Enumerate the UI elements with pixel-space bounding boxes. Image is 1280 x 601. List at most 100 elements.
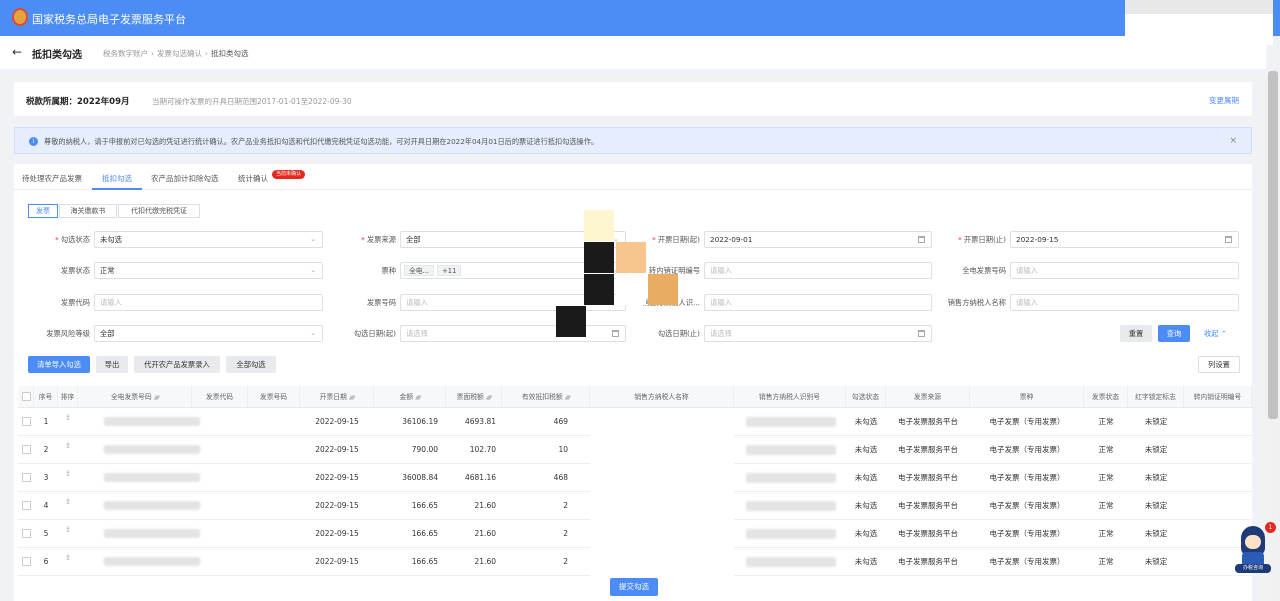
tax-amount-cell: 21.60 — [474, 529, 496, 538]
change-period-link[interactable]: 变更属期 — [1209, 95, 1239, 106]
row-index: 5 — [43, 529, 49, 538]
check-date-end-picker[interactable]: 请选择 — [704, 325, 932, 342]
close-icon[interactable]: × — [1229, 136, 1237, 146]
tax-assistant-widget[interactable]: 办税咨询 1 — [1235, 522, 1276, 573]
invoice-code-input[interactable]: 请输入 — [94, 294, 323, 311]
valid-deduction-tax-cell: 2 — [563, 529, 568, 538]
chevron-down-icon: ⌄ — [310, 266, 316, 274]
breadcrumb-current: 抵扣类勾选 — [211, 49, 249, 58]
full-invoice-no-label: 全电发票号码 — [962, 266, 1006, 275]
drag-handle-icon[interactable]: ⁞⁞ — [66, 526, 72, 534]
check-date-start-label: 勾选日期(起) — [353, 329, 396, 338]
row-index: 1 — [43, 417, 49, 426]
row-checkbox[interactable] — [22, 529, 31, 538]
tax-period-label: 税款所属期：2022年09月 — [26, 97, 130, 107]
full-invoice-no-input[interactable]: 请输入 — [1010, 262, 1239, 279]
breadcrumb-item[interactable]: 税务数字账户 — [103, 49, 148, 58]
invoice-source-cell: 电子发票服务平台 — [898, 417, 958, 426]
more-tags-count: +11 — [437, 265, 462, 276]
table-header: 序号 排序 全电发票号码 ▲▼ 发票代码 发票号码 开票日期 ▲▼ 金额 ▲▼ 票面税额 ▲▼ 有效抵扣… — [18, 386, 1252, 408]
main-panel: 待处理农产品发票 抵扣勾选 农产品加计扣除勾选 统计确认 当前未确认 发票 海关… — [14, 164, 1252, 601]
check-status-cell: 未勾选 — [854, 529, 878, 538]
row-checkbox[interactable] — [22, 557, 31, 566]
amount-cell: 36106.19 — [402, 417, 438, 426]
sort-icon[interactable]: ▲▼ — [486, 395, 493, 401]
query-button[interactable]: 查询 — [1158, 325, 1190, 342]
invoice-status-select[interactable]: 正常 ⌄ — [94, 262, 323, 279]
select-all-checkbox[interactable] — [22, 392, 31, 401]
mosaic-redaction — [584, 274, 614, 305]
check-all-button[interactable]: 全部勾选 — [226, 356, 276, 373]
submit-check-button[interactable]: 提交勾选 — [610, 578, 658, 596]
invoice-status-cell: 正常 — [1098, 529, 1114, 538]
row-checkbox[interactable] — [22, 417, 31, 426]
agri-invoice-entry-button[interactable]: 代开农产品发票录入 — [134, 356, 220, 373]
column-settings-button[interactable]: 列设置 — [1198, 356, 1240, 373]
tab-deduction-check[interactable]: 抵扣勾选 — [102, 173, 132, 184]
invoice-source-cell: 电子发票服务平台 — [898, 501, 958, 510]
sort-icon[interactable]: ▲▼ — [565, 395, 572, 401]
check-date-start-picker[interactable]: 请选择 — [400, 325, 626, 342]
invoice-source-cell: 电子发票服务平台 — [898, 557, 958, 566]
check-status-label: * 勾选状态 — [55, 235, 90, 244]
ticket-type-label: 票种 — [381, 266, 396, 275]
seller-name-input[interactable]: 请输入 — [1010, 294, 1239, 311]
column-header[interactable]: 全电发票号码 ▲▼ — [78, 386, 192, 408]
drag-handle-icon[interactable]: ⁞⁞ — [66, 414, 72, 422]
column-header-label: 发票代码 — [205, 393, 234, 401]
import-check-button[interactable]: 清单导入勾选 — [28, 356, 90, 373]
drag-handle-icon[interactable]: ⁞⁞ — [66, 554, 72, 562]
invoice-source-label: * 发票来源 — [361, 235, 396, 244]
subtab-withholding-certificate[interactable]: 代扣代缴完税凭证 — [118, 204, 200, 218]
reset-button[interactable]: 重置 — [1120, 325, 1152, 342]
ticket-type-cell: 电子发票（专用发票） — [989, 417, 1065, 426]
column-header[interactable]: 有效抵扣税额 ▲▼ — [502, 386, 590, 408]
calendar-icon — [918, 330, 925, 337]
drag-handle-icon[interactable]: ⁞⁞ — [66, 470, 72, 478]
column-header[interactable]: 金额 ▲▼ — [374, 386, 446, 408]
sort-icon[interactable]: ▲▼ — [154, 395, 161, 401]
subtab-customs-payment[interactable]: 海关缴款书 — [59, 204, 117, 218]
collapse-toggle[interactable]: 收起 ⌃ — [1204, 329, 1227, 339]
issue-date-end-picker[interactable]: 2022-09-15 — [1010, 231, 1239, 248]
seller-tax-id-input[interactable]: 请输入 — [704, 294, 932, 311]
column-header-label: 金额 — [399, 393, 414, 401]
transfer-cert-input[interactable]: 请输入 — [704, 262, 932, 279]
check-status-cell: 未勾选 — [854, 473, 878, 482]
tab-statistics-confirm[interactable]: 统计确认 — [238, 173, 268, 184]
scrollbar-thumb[interactable] — [1268, 71, 1278, 419]
drag-handle-icon[interactable]: ⁞⁞ — [66, 442, 72, 450]
mosaic-redaction — [616, 274, 646, 305]
redacted-invoice-number — [104, 473, 200, 482]
row-checkbox[interactable] — [22, 445, 31, 454]
invoice-status-label: 发票状态 — [60, 266, 90, 275]
sort-icon[interactable]: ▲▼ — [349, 395, 356, 401]
red-lock-cell: 未锁定 — [1144, 501, 1168, 510]
invoice-status-cell: 正常 — [1098, 445, 1114, 454]
subtab-invoice[interactable]: 发票 — [28, 204, 58, 218]
column-header[interactable]: 票面税额 ▲▼ — [446, 386, 502, 408]
chevron-down-icon: ⌄ — [310, 329, 316, 337]
select-all-header — [18, 386, 34, 408]
invoice-status-cell: 正常 — [1098, 501, 1114, 510]
back-arrow-icon[interactable]: ← — [12, 45, 22, 59]
row-checkbox[interactable] — [22, 473, 31, 482]
column-header-label: 发票来源 — [913, 393, 942, 401]
drag-handle-icon[interactable]: ⁞⁞ — [66, 498, 72, 506]
redacted-seller-tax-id — [746, 417, 836, 427]
column-header: 发票来源 — [886, 386, 970, 408]
redacted-invoice-number — [104, 445, 200, 454]
column-header-label: 序号 — [38, 393, 53, 401]
row-index: 4 — [43, 501, 49, 510]
breadcrumb-item[interactable]: 发票勾选确认 — [157, 49, 202, 58]
sort-icon[interactable]: ▲▼ — [415, 395, 422, 401]
column-header[interactable]: 开票日期 ▲▼ — [300, 386, 374, 408]
row-checkbox[interactable] — [22, 501, 31, 510]
issue-date-start-picker[interactable]: 2022-09-01 — [704, 231, 932, 248]
tab-agri-extra-deduction[interactable]: 农产品加计扣除勾选 — [151, 173, 219, 184]
check-status-select[interactable]: 未勾选 ⌄ — [94, 231, 323, 248]
tab-pending-agri[interactable]: 待处理农产品发票 — [22, 173, 82, 184]
export-button[interactable]: 导出 — [96, 356, 128, 373]
risk-level-select[interactable]: 全部 ⌄ — [94, 325, 323, 342]
ticket-type-cell: 电子发票（专用发票） — [989, 473, 1065, 482]
